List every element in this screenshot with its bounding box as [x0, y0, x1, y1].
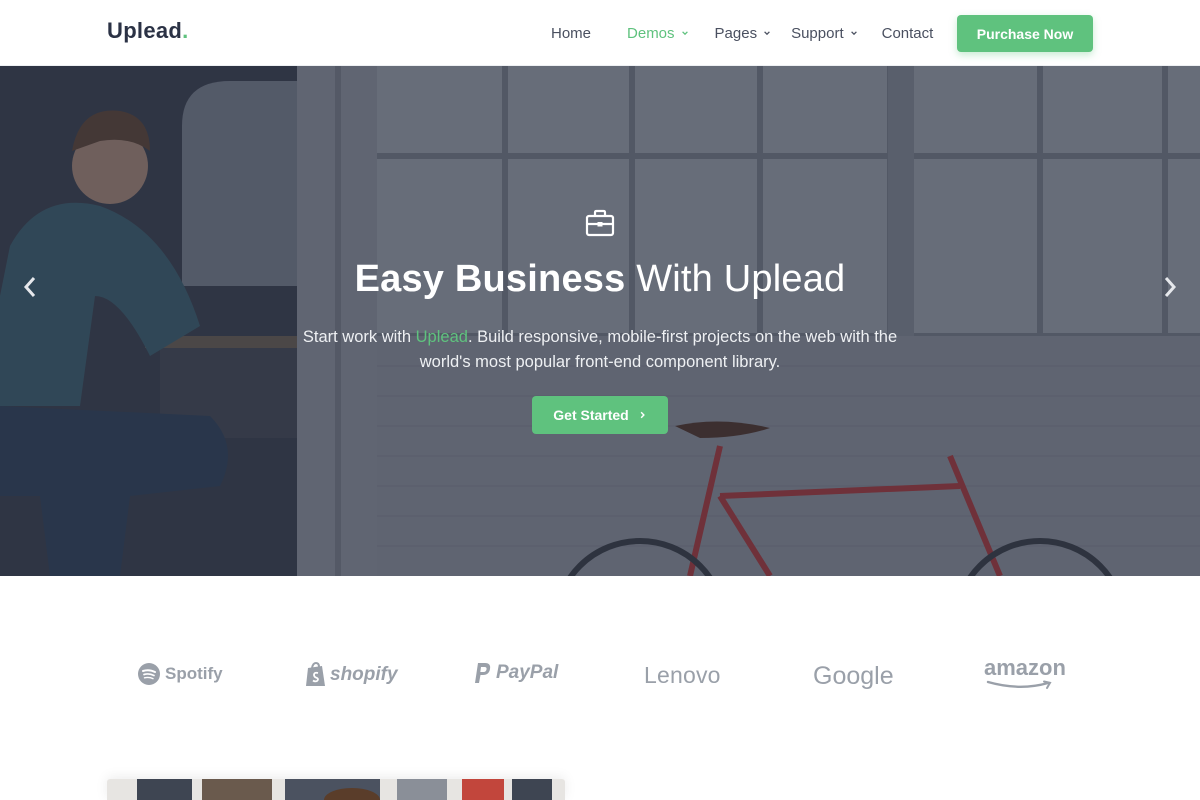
nav-item-label: Support — [791, 24, 844, 42]
nav-item-contact[interactable]: Contact — [882, 25, 934, 42]
hero-title-light: With Uplead — [636, 258, 846, 300]
shopify-bag-icon — [306, 662, 325, 686]
nav-item-label: Demos — [627, 24, 675, 42]
hero-slider: Easy Business With Uplead Start work wit… — [0, 66, 1200, 576]
briefcase-icon — [585, 209, 615, 237]
spotify-icon — [138, 663, 160, 685]
chevron-left-icon[interactable] — [20, 274, 40, 300]
spotify-logo: Spotify — [137, 662, 223, 686]
hero-subtitle-prefix: Start work with — [302, 328, 416, 346]
spotify-wordmark: Spotify — [165, 664, 223, 683]
paypal-logo: PayPal — [474, 662, 558, 684]
lenovo-logo: Lenovo — [644, 662, 721, 689]
logo-dot: . — [182, 18, 189, 43]
chevron-down-icon — [850, 31, 857, 36]
amazon-wordmark: amazon — [984, 655, 1066, 680]
client-logos: Spotify shopify PayPal Lenovo Google ama… — [107, 650, 1093, 710]
lenovo-wordmark: Lenovo — [644, 662, 721, 688]
nav-item-home[interactable]: Home — [551, 25, 591, 42]
hero-title-bold: Easy Business — [354, 258, 626, 300]
feature-image-photo — [107, 779, 565, 800]
amazon-smile-icon — [986, 680, 1052, 689]
hero-title: Easy Business With Uplead — [0, 258, 1200, 301]
site-header: Uplead. Home Demos Pages Support Contact… — [0, 0, 1200, 66]
hero-subtitle-brand-link[interactable]: Uplead — [416, 328, 468, 346]
site-logo[interactable]: Uplead. — [107, 18, 189, 44]
nav-item-pages[interactable]: Pages — [715, 25, 772, 42]
paypal-wordmark: PayPal — [496, 662, 559, 683]
chevron-down-icon — [681, 31, 688, 36]
get-started-label: Get Started — [553, 407, 629, 423]
shopify-logo: shopify — [305, 662, 398, 688]
chevron-right-icon — [640, 411, 645, 419]
logo-text: Uplead — [107, 18, 183, 43]
paypal-icon — [475, 663, 491, 683]
nav-item-label: Contact — [881, 24, 934, 42]
amazon-logo: amazon — [984, 656, 1066, 690]
main-nav: Home Demos Pages Support Contact — [551, 0, 933, 66]
google-wordmark: Google — [813, 662, 894, 690]
chevron-right-icon[interactable] — [1160, 274, 1180, 300]
get-started-button[interactable]: Get Started — [532, 396, 668, 434]
feature-image — [107, 779, 565, 800]
nav-item-label: Pages — [714, 24, 758, 42]
google-logo: Google — [813, 662, 894, 691]
nav-item-demos[interactable]: Demos — [627, 25, 689, 42]
nav-item-label: Home — [551, 24, 592, 42]
hero-subtitle: Start work with Uplead. Build responsive… — [300, 325, 900, 375]
shopify-wordmark: shopify — [330, 664, 398, 685]
chevron-down-icon — [764, 31, 770, 36]
hero-subtitle-suffix: . Build responsive, mobile-first project… — [419, 328, 898, 371]
purchase-now-button[interactable]: Purchase Now — [957, 15, 1093, 52]
hero-content: Easy Business With Uplead Start work wit… — [0, 66, 1200, 576]
nav-item-support[interactable]: Support — [791, 25, 858, 42]
